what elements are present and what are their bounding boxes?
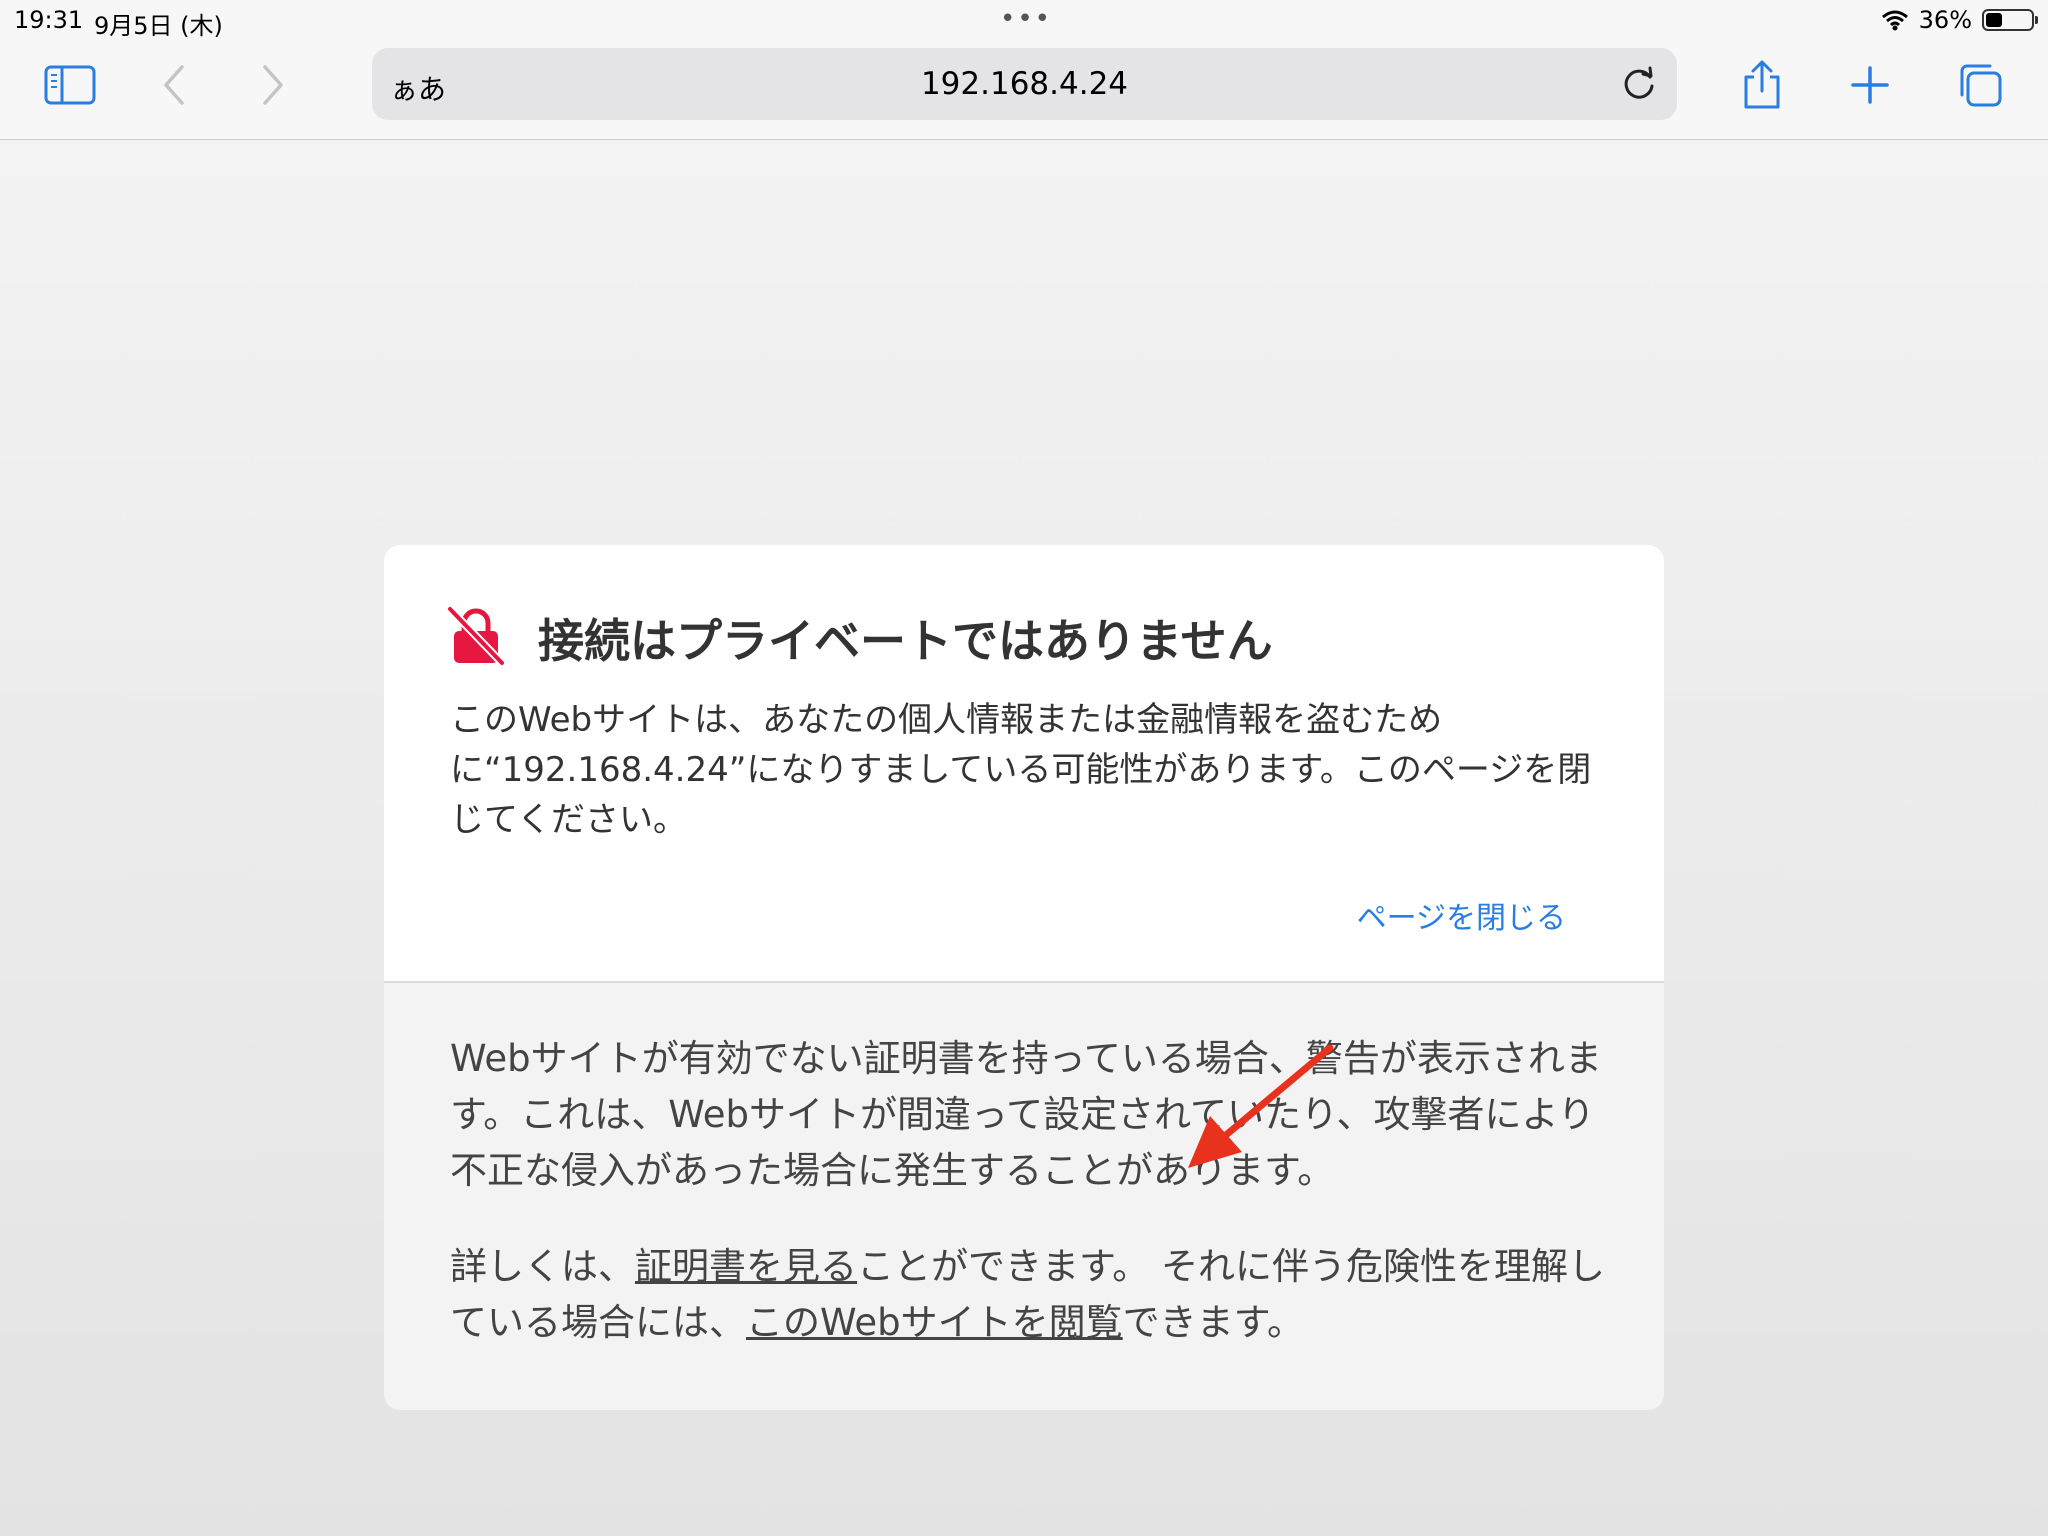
sidebar-icon[interactable] bbox=[40, 60, 100, 110]
status-right: 36% bbox=[1881, 6, 2038, 34]
forward-icon[interactable] bbox=[242, 60, 302, 110]
back-icon[interactable] bbox=[145, 60, 205, 110]
page-content: 接続はプライベートではありません このWebサイトは、あなたの個人情報または金融… bbox=[0, 140, 2048, 1536]
address-bar[interactable]: ぁあ 192.168.4.24 bbox=[372, 48, 1677, 120]
warning-card-top: 接続はプライベートではありません このWebサイトは、あなたの個人情報または金融… bbox=[384, 545, 1664, 983]
share-icon[interactable] bbox=[1732, 60, 1792, 110]
warning-explanation: Webサイトが有効でない証明書を持っている場合、警告が表示されます。これは、We… bbox=[450, 1037, 1602, 1192]
view-certificate-link[interactable]: 証明書を見る bbox=[635, 1245, 857, 1288]
warning-details: 詳しくは、証明書を見ることができます。 それに伴う危険性を理解している場合には、… bbox=[450, 1239, 1610, 1351]
annotation-arrow-icon bbox=[1188, 1044, 1334, 1168]
url-text[interactable]: 192.168.4.24 bbox=[372, 66, 1677, 102]
wifi-icon bbox=[1881, 10, 1908, 31]
status-date: 9月5日 (木) bbox=[94, 12, 223, 40]
add-tab-icon[interactable] bbox=[1840, 60, 1900, 110]
battery-fill bbox=[1986, 13, 2002, 27]
status-bar: 19:31 9月5日 (木) ••• 36% bbox=[0, 0, 2048, 40]
warning-title: 接続はプライベートではありません bbox=[538, 614, 1273, 668]
details-suffix: できます。 bbox=[1122, 1301, 1304, 1344]
warning-message: このWebサイトは、あなたの個人情報または金融情報を盗むために“192.168.… bbox=[450, 700, 1592, 840]
battery-icon bbox=[1982, 9, 2038, 31]
close-page-link[interactable]: ページを閉じる bbox=[1357, 893, 1566, 937]
visit-website-link[interactable]: このWebサイトを閲覧 bbox=[746, 1301, 1123, 1344]
battery-percent: 36% bbox=[1918, 6, 1972, 34]
reload-icon[interactable] bbox=[1619, 64, 1659, 104]
multitasking-dots-icon[interactable]: ••• bbox=[1000, 4, 1052, 34]
broken-lock-icon bbox=[446, 605, 506, 667]
warning-card: 接続はプライベートではありません このWebサイトは、あなたの個人情報または金融… bbox=[384, 545, 1664, 1410]
status-time: 19:31 bbox=[14, 6, 84, 34]
battery-cap bbox=[2035, 16, 2038, 24]
tabs-icon[interactable] bbox=[1950, 60, 2010, 110]
warning-card-bottom: Webサイトが有効でない証明書を持っている場合、警告が表示されます。これは、We… bbox=[384, 983, 1664, 1410]
browser-toolbar: ぁあ 192.168.4.24 bbox=[0, 40, 2048, 140]
details-prefix: 詳しくは、 bbox=[450, 1245, 635, 1288]
